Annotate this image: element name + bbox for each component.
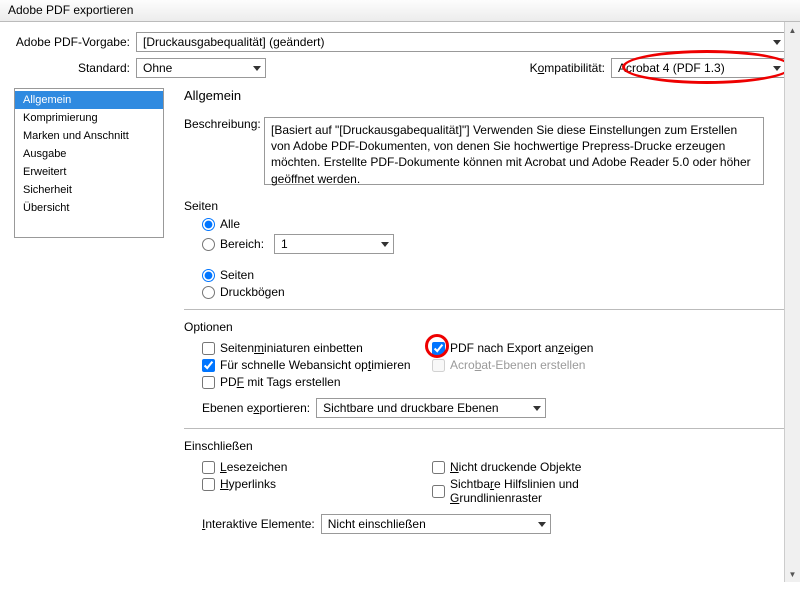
scroll-down-icon[interactable]: [785, 566, 800, 582]
interactive-label: Interaktive Elemente:: [202, 517, 321, 531]
panel-heading: Allgemein: [184, 88, 786, 103]
compat-label: Kompatibilität:: [530, 61, 611, 75]
general-panel: Allgemein Beschreibung: [Basiert auf "[D…: [164, 88, 786, 540]
check-tagged-label: PDF mit Tags erstellen: [220, 375, 341, 389]
vertical-scrollbar[interactable]: [784, 22, 800, 582]
check-guides-label: Sichtbare Hilfslinien und Grundlinienras…: [450, 477, 662, 505]
options-heading: Optionen: [184, 320, 786, 334]
radio-all-label: Alle: [220, 217, 240, 231]
preset-label: Adobe PDF-Vorgabe:: [14, 35, 136, 49]
check-guides[interactable]: [432, 485, 445, 498]
sidebar-item-security[interactable]: Sicherheit: [15, 181, 163, 199]
chevron-down-icon: [381, 242, 389, 247]
check-nonprinting[interactable]: [432, 461, 445, 474]
radio-pages-label: Seiten: [220, 268, 254, 282]
pages-heading: Seiten: [184, 199, 786, 213]
radio-all[interactable]: [202, 218, 215, 231]
range-combo[interactable]: 1: [274, 234, 394, 254]
radio-range[interactable]: [202, 238, 215, 251]
check-fastweb-label: Für schnelle Webansicht optimieren: [220, 358, 411, 372]
standard-value: Ohne: [143, 61, 172, 75]
sidebar-item-general[interactable]: Allgemein: [15, 91, 163, 109]
check-acrobat-layers-label: Acrobat-Ebenen erstellen: [450, 358, 585, 372]
export-layers-label: Ebenen exportieren:: [202, 401, 316, 415]
check-acrobat-layers: [432, 359, 445, 372]
check-hyperlinks[interactable]: [202, 478, 215, 491]
chevron-down-icon: [253, 66, 261, 71]
standard-label: Standard:: [14, 61, 136, 75]
chevron-down-icon: [773, 66, 781, 71]
interactive-combo[interactable]: Nicht einschließen: [321, 514, 551, 534]
radio-spreads-label: Druckbögen: [220, 285, 285, 299]
radio-spreads[interactable]: [202, 286, 215, 299]
sidebar-item-marks[interactable]: Marken und Anschnitt: [15, 127, 163, 145]
compat-value: Acrobat 4 (PDF 1.3): [618, 61, 725, 75]
check-bookmarks[interactable]: [202, 461, 215, 474]
window-titlebar: Adobe PDF exportieren: [0, 0, 800, 22]
category-sidebar: Allgemein Komprimierung Marken und Ansch…: [14, 88, 164, 238]
radio-pages[interactable]: [202, 269, 215, 282]
check-bookmarks-label: Lesezeichen: [220, 460, 287, 474]
scroll-up-icon[interactable]: [785, 22, 800, 38]
check-hyperlinks-label: Hyperlinks: [220, 477, 276, 491]
check-view-label: PDF nach Export anzeigen: [450, 341, 593, 355]
check-view-after-export[interactable]: [432, 342, 445, 355]
window-title: Adobe PDF exportieren: [8, 3, 133, 17]
check-fastweb[interactable]: [202, 359, 215, 372]
chevron-down-icon: [533, 406, 541, 411]
check-thumbnails-label: Seitenminiaturen einbetten: [220, 341, 363, 355]
description-textarea[interactable]: [Basiert auf "[Druckausgabequalität]"] V…: [264, 117, 764, 185]
compat-combo[interactable]: Acrobat 4 (PDF 1.3): [611, 58, 786, 78]
preset-combo[interactable]: [Druckausgabequalität] (geändert): [136, 32, 786, 52]
sidebar-item-output[interactable]: Ausgabe: [15, 145, 163, 163]
radio-range-label: Bereich:: [220, 237, 274, 251]
check-tagged[interactable]: [202, 376, 215, 389]
description-label: Beschreibung:: [184, 117, 264, 131]
dialog-content: Adobe PDF-Vorgabe: [Druckausgabequalität…: [0, 22, 800, 600]
check-thumbnails[interactable]: [202, 342, 215, 355]
standard-combo[interactable]: Ohne: [136, 58, 266, 78]
sidebar-item-summary[interactable]: Übersicht: [15, 199, 163, 217]
include-heading: Einschließen: [184, 439, 786, 453]
sidebar-item-compression[interactable]: Komprimierung: [15, 109, 163, 127]
preset-value: [Druckausgabequalität] (geändert): [143, 35, 324, 49]
chevron-down-icon: [773, 40, 781, 45]
export-layers-combo[interactable]: Sichtbare und druckbare Ebenen: [316, 398, 546, 418]
check-nonprinting-label: Nicht druckende Objekte: [450, 460, 581, 474]
chevron-down-icon: [538, 522, 546, 527]
sidebar-item-advanced[interactable]: Erweitert: [15, 163, 163, 181]
